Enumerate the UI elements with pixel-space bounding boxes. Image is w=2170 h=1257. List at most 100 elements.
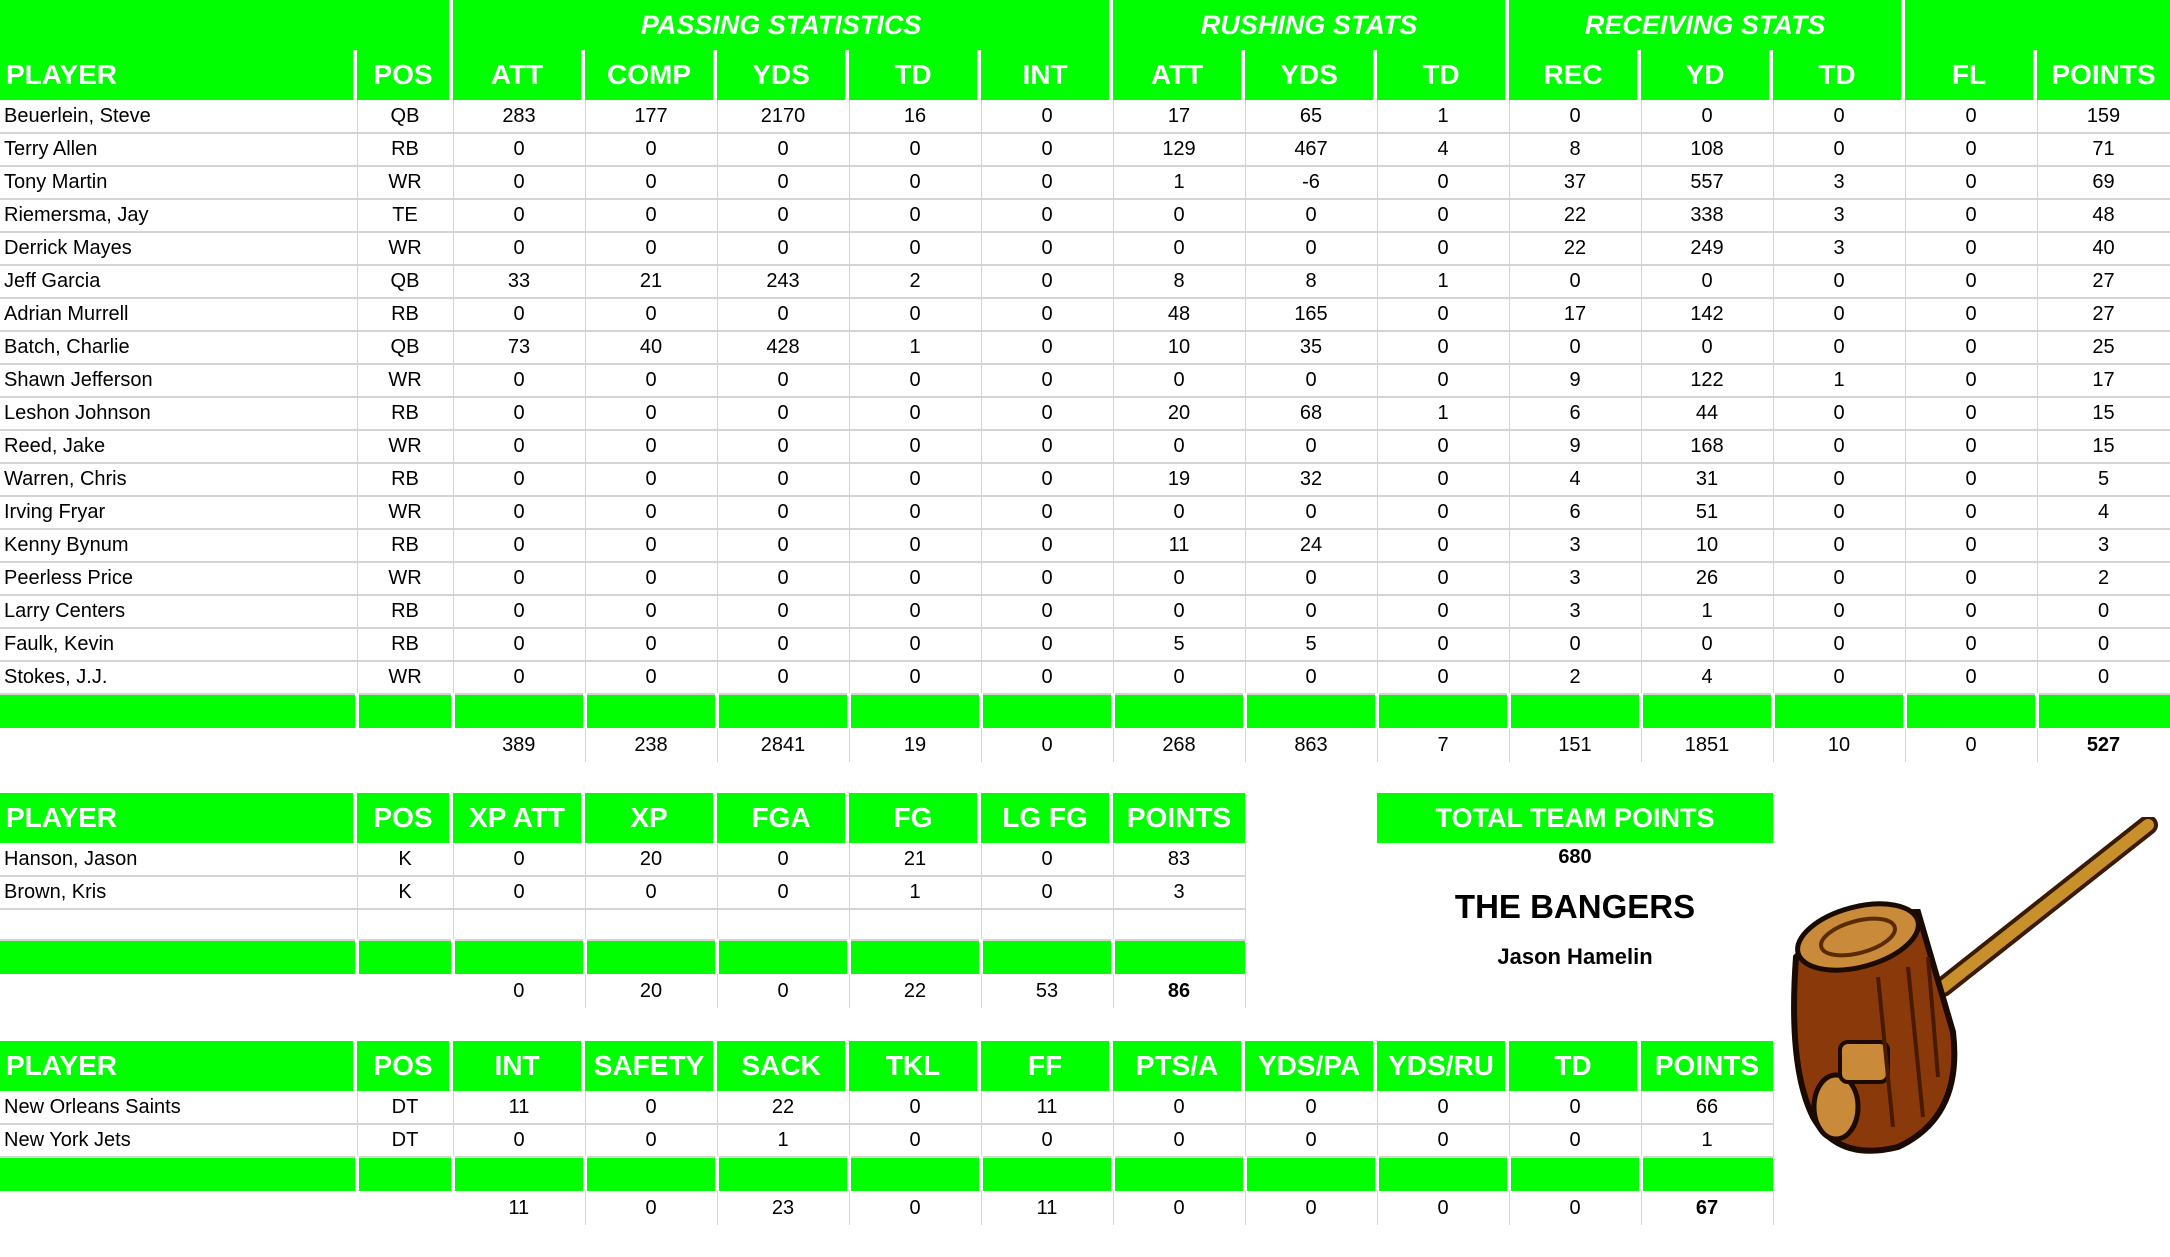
column-header-fg: FG <box>849 793 981 843</box>
cell-att: 0 <box>1113 661 1246 695</box>
cell-td: 0 <box>849 133 982 167</box>
cell-yds: 0 <box>717 133 850 167</box>
cell-yds: 165 <box>1245 298 1378 332</box>
player-name: Larry Centers <box>0 595 358 629</box>
cell-yd: 10 <box>1641 529 1774 563</box>
separator-cell <box>981 1157 1115 1191</box>
column-header-safety: SAFETY <box>585 1041 717 1091</box>
cell-fl: 0 <box>1905 562 2038 596</box>
group-header-passing: PASSING STATISTICS <box>453 0 1113 50</box>
cell-yd: 0 <box>1641 628 1774 662</box>
empty-cell <box>453 909 586 941</box>
player-name: Stokes, J.J. <box>0 661 358 695</box>
separator-cell <box>849 940 983 974</box>
cell-yds-pa: 0 <box>1245 1124 1378 1158</box>
table-row: Leshon Johnson RB 0 0 0 0 0 20 68 1 6 44 0 0 15 <box>0 397 2170 431</box>
cell-ff: 0 <box>981 1124 1114 1158</box>
separator-cell <box>0 1157 359 1191</box>
cell-comp: 0 <box>585 232 718 266</box>
separator-cell <box>717 940 851 974</box>
cell-pos: RB <box>357 628 454 662</box>
player-name: Reed, Jake <box>0 430 358 464</box>
cell-att: 0 <box>453 562 586 596</box>
cell-att: 0 <box>453 430 586 464</box>
separator-cell <box>1377 1157 1511 1191</box>
cell-fl: 0 <box>1905 463 2038 497</box>
cell-att: 0 <box>1113 232 1246 266</box>
cell-yds: 0 <box>717 430 850 464</box>
column-header-points: POINTS <box>2051 59 2156 90</box>
cell-points: 0 <box>2037 595 2170 629</box>
cell-pos: WR <box>357 430 454 464</box>
cell-comp: 21 <box>585 265 718 299</box>
cell-int: 0 <box>981 331 1114 365</box>
total-fg: 22 <box>849 974 982 1008</box>
total-yds: 863 <box>1245 728 1378 762</box>
cell-td: 0 <box>1377 298 1510 332</box>
group-header-receiving: RECEIVING STATS <box>1509 0 1905 50</box>
cell-comp: 0 <box>585 661 718 695</box>
cell-int: 0 <box>981 265 1114 299</box>
cell-att: 0 <box>453 364 586 398</box>
cell-pos: QB <box>357 265 454 299</box>
player-name: New York Jets <box>0 1124 358 1158</box>
table-row: Brown, Kris K 0 0 0 1 0 3 <box>0 876 1246 910</box>
cell-fga: 0 <box>717 843 850 877</box>
cell-td: 0 <box>1377 463 1510 497</box>
player-name: Shawn Jefferson <box>0 364 358 398</box>
cell-pos: WR <box>357 364 454 398</box>
cell-yd: 338 <box>1641 199 1774 233</box>
cell-td: 0 <box>849 628 982 662</box>
cell-fl: 0 <box>1905 331 2038 365</box>
player-name: Riemersma, Jay <box>0 199 358 233</box>
cell-td: 0 <box>1773 430 1906 464</box>
total-fl: 0 <box>1905 728 2038 762</box>
cell-att: 33 <box>453 265 586 299</box>
player-name: Tony Martin <box>0 166 358 200</box>
cell-xp: 0 <box>585 876 718 910</box>
column-header-points: POINTS <box>1654 1050 1760 1081</box>
cell-td: 1 <box>849 331 982 365</box>
cell-yds: 0 <box>717 199 850 233</box>
total-td: 10 <box>1773 728 1906 762</box>
player-name: Irving Fryar <box>0 496 358 530</box>
cell-rec: 6 <box>1509 496 1642 530</box>
cell-td: 0 <box>1377 199 1510 233</box>
separator-cell <box>1509 1157 1643 1191</box>
player-name: New Orleans Saints <box>0 1091 358 1125</box>
cell-fl: 0 <box>1905 364 2038 398</box>
total-lg-fg: 53 <box>981 974 1114 1008</box>
empty-cell <box>717 909 850 941</box>
cell-yds: 32 <box>1245 463 1378 497</box>
cell-att: 0 <box>453 463 586 497</box>
cell-safety: 0 <box>585 1124 718 1158</box>
separator-cell <box>981 940 1115 974</box>
cell-td: 0 <box>1377 331 1510 365</box>
separator-cell <box>453 940 587 974</box>
cell-fl: 0 <box>1905 496 2038 530</box>
cell-att: 0 <box>1113 496 1246 530</box>
cell-att: 0 <box>1113 364 1246 398</box>
cell-td: 0 <box>1377 232 1510 266</box>
total-ff: 11 <box>981 1191 1114 1225</box>
cell-td: 3 <box>1773 166 1906 200</box>
cell-fl: 0 <box>1905 661 2038 695</box>
cell-td: 0 <box>1773 133 1906 167</box>
cell-yds: 0 <box>717 364 850 398</box>
cell-int: 0 <box>981 199 1114 233</box>
cell-td: 0 <box>1773 298 1906 332</box>
cell-sack: 22 <box>717 1091 850 1125</box>
team-owner: Jason Hamelin <box>1497 944 1653 969</box>
column-header-yd: YD <box>1641 50 1773 100</box>
empty-cell <box>1113 909 1246 941</box>
cell-comp: 0 <box>585 166 718 200</box>
cell-yds: 0 <box>717 298 850 332</box>
cell-yd: 0 <box>1641 265 1774 299</box>
separator-cell <box>453 694 587 728</box>
table-row: Peerless Price WR 0 0 0 0 0 0 0 0 3 26 0 0 2 <box>0 562 2170 596</box>
cell-points: 0 <box>2037 661 2170 695</box>
cell-rec: 6 <box>1509 397 1642 431</box>
cell-yd: 44 <box>1641 397 1774 431</box>
separator-cell <box>1377 694 1511 728</box>
cell-td: 0 <box>849 298 982 332</box>
